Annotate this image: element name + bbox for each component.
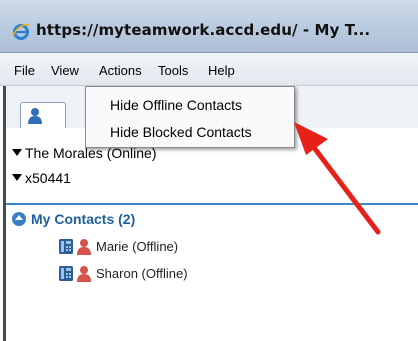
menu-tools[interactable]: Tools [158,63,188,78]
menu-help[interactable]: Help [208,63,235,78]
collapse-up-icon[interactable] [12,212,26,226]
section-divider [6,203,418,205]
menu-file[interactable]: File [14,63,35,78]
menu-item-hide-blocked-contacts[interactable]: Hide Blocked Contacts [110,124,252,140]
phone-icon [59,266,73,281]
contacts-tab-icon [28,108,42,124]
app-window: https://myteamwork.accd.edu/ - My T... F… [0,0,418,341]
person-icon [77,239,91,255]
expand-triangle-icon [12,174,22,181]
tab-contacts[interactable] [20,102,66,129]
phone-icon [59,239,73,254]
view-dropdown-menu: Hide Offline Contacts Hide Blocked Conta… [85,86,295,148]
person-icon [77,266,91,282]
menu-bar: File View Actions Tools Help [0,53,418,86]
menu-view[interactable]: View [51,63,79,78]
menu-item-hide-offline-contacts[interactable]: Hide Offline Contacts [110,97,242,113]
internet-explorer-icon [12,24,30,40]
contact-name: Sharon (Offline) [96,266,188,281]
my-contacts-header[interactable]: My Contacts (2) [12,211,135,227]
contact-name: Marie (Offline) [96,239,179,254]
expand-triangle-icon [12,149,22,156]
menu-actions[interactable]: Actions [99,63,142,78]
group-label: x50441 [25,170,71,186]
title-bar: https://myteamwork.accd.edu/ - My T... [0,0,418,53]
group-x50441[interactable]: x50441 [12,170,71,186]
window-title: https://myteamwork.accd.edu/ - My T... [36,21,371,39]
my-contacts-label: My Contacts (2) [31,211,136,227]
